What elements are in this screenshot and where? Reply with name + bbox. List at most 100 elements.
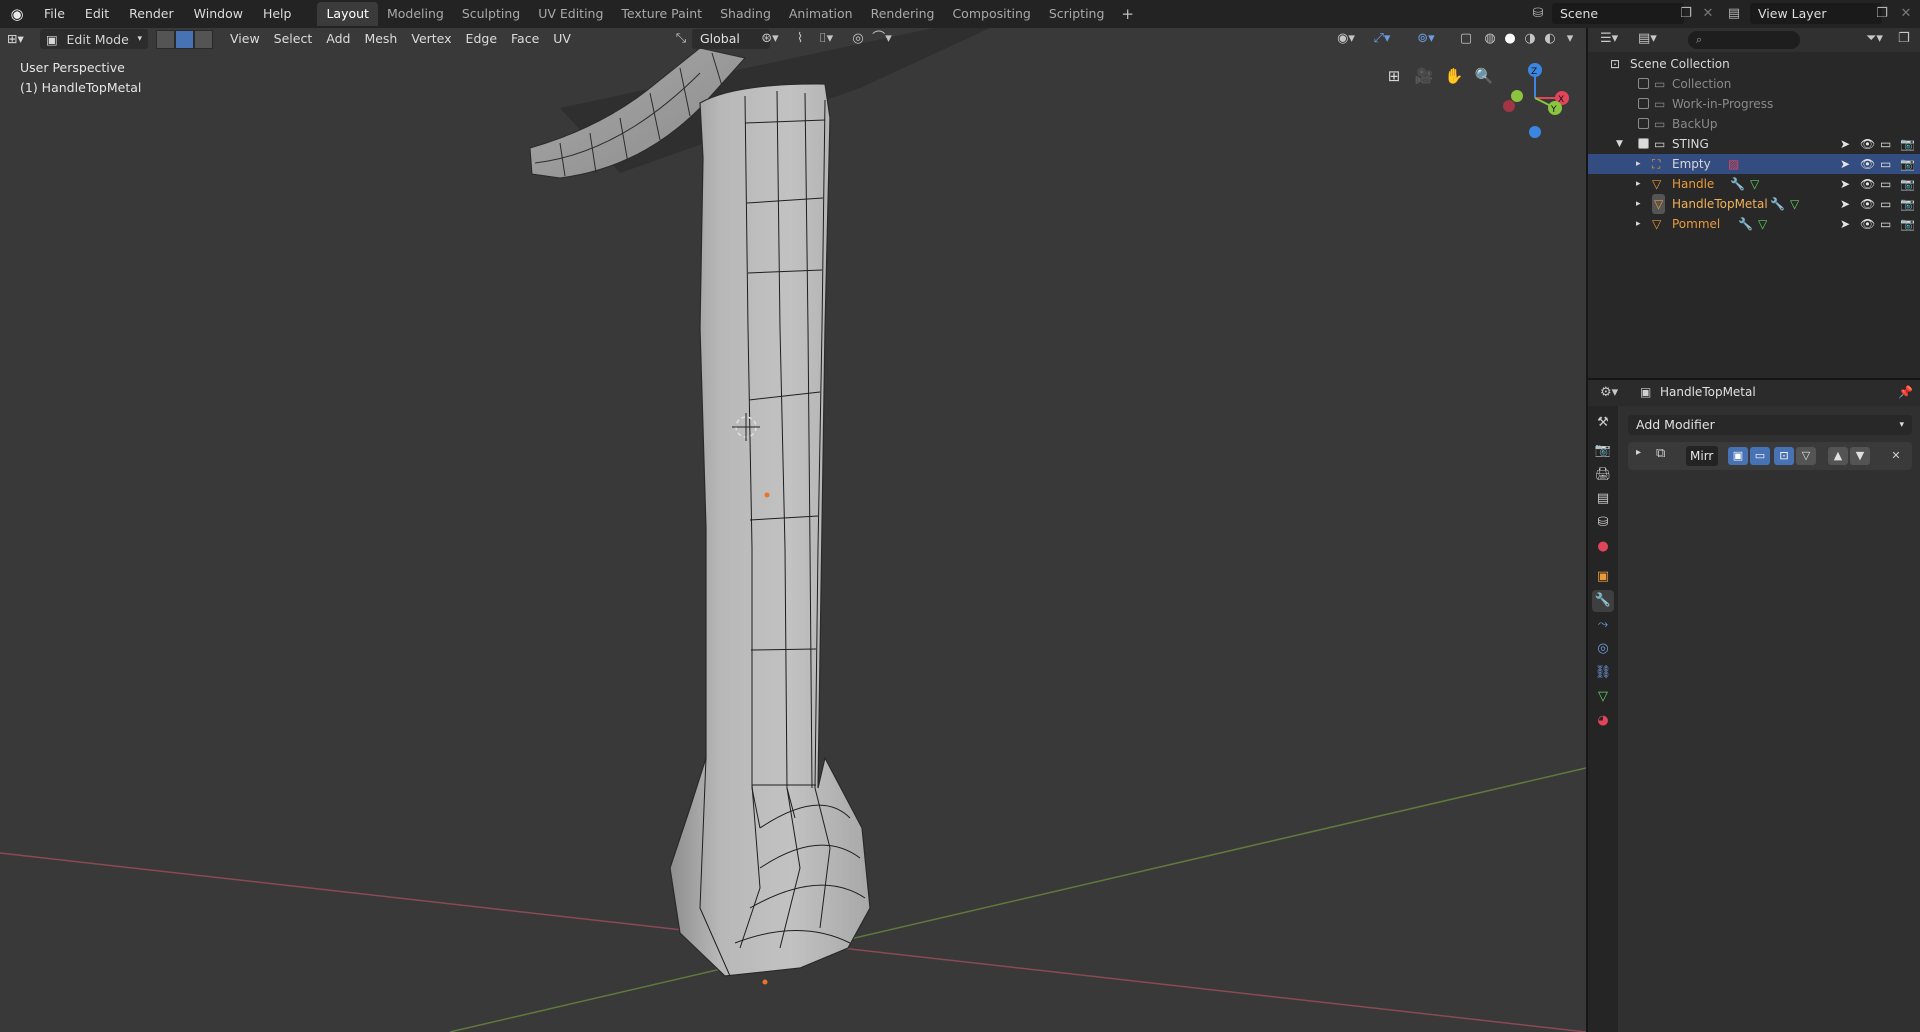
gizmo-neg-z-axis[interactable] [1529,126,1541,138]
eye-icon[interactable]: 👁 [1860,194,1875,214]
render-camera-icon[interactable]: 📷 [1900,194,1915,214]
navigation-gizmo[interactable]: Z X Y [1503,63,1569,138]
outliner-row-collection[interactable]: ▭ Collection [1588,74,1920,94]
tab-layout[interactable]: Layout [317,2,378,26]
menu-vertex[interactable]: Vertex [404,29,458,49]
falloff-icon[interactable]: ⌒▾ [868,30,896,48]
view-layer-selector-icon[interactable]: ▤ [1724,4,1744,24]
xray-toggle-icon[interactable]: ▢ [1456,30,1476,48]
menu-help[interactable]: Help [253,0,302,28]
tool-tab-icon[interactable]: ⚒ [1592,412,1614,434]
output-tab-icon[interactable]: 🖨 [1592,464,1614,486]
viewport-disable-icon[interactable]: ▭ [1880,214,1891,234]
menu-render[interactable]: Render [119,0,184,28]
view-layer-field[interactable]: View Layer [1750,3,1882,24]
toggle-camera-view-icon[interactable]: ⊞ [1382,64,1406,88]
move-down-icon[interactable]: ▼ [1850,447,1870,465]
viewport-disable-icon[interactable]: ▭ [1880,194,1891,214]
on-cage-toggle-icon[interactable]: ▽ [1796,447,1816,465]
blender-logo-icon[interactable]: ◉ [0,0,34,28]
3d-viewport[interactable]: Z X Y ⊞▾ ▣ Edit Mode ▾ View Select Add M… [0,28,1586,1032]
snap-icon[interactable]: ⌇ [790,30,810,48]
material-tab-icon[interactable]: ◕ [1592,710,1614,732]
filter-icon[interactable]: ⏷▾ [1866,31,1883,46]
menu-mesh[interactable]: Mesh [357,29,404,49]
collapse-arrow-icon[interactable]: ▸ [1636,447,1641,458]
expand-arrow-icon[interactable]: ▸ [1636,214,1641,234]
outliner-editor-icon[interactable]: ☰▾ [1600,31,1618,46]
expand-arrow-icon[interactable]: ▸ [1636,174,1641,194]
eye-icon[interactable]: 👁 [1860,214,1875,234]
new-scene-icon[interactable]: ❐ [1676,4,1696,24]
physics-tab-icon[interactable]: ◎ [1592,638,1614,660]
outliner-row-empty[interactable]: ▸ ⛶ Empty ▨ ➤ 👁 ▭ 📷 [1588,154,1920,174]
scene-selector-icon[interactable]: ⛁ [1528,4,1548,24]
eye-icon[interactable]: 👁 [1860,134,1875,154]
menu-file[interactable]: File [34,0,75,28]
add-modifier-dropdown[interactable]: Add Modifier ▾ [1628,415,1912,435]
tab-shading[interactable]: Shading [711,2,780,26]
eye-icon[interactable]: 👁 [1860,154,1875,174]
selectable-arrow-icon[interactable]: ➤ [1840,154,1850,174]
visibility-icon[interactable]: ◉▾ [1332,30,1360,48]
solid-shading-icon[interactable]: ● [1500,30,1520,48]
render-camera-icon[interactable]: 📷 [1900,174,1915,194]
scene-tab-icon[interactable]: ⛁ [1592,512,1614,534]
new-collection-icon[interactable]: ❐ [1898,31,1910,46]
outliner-row-pommel[interactable]: ▸ ▽ Pommel 🔧 ▽ ➤ 👁 ▭ 📷 [1588,214,1920,234]
selectable-arrow-icon[interactable]: ➤ [1840,194,1850,214]
constraints-tab-icon[interactable]: ⛓ [1592,662,1614,684]
render-camera-icon[interactable]: 📷 [1900,154,1915,174]
wireframe-shading-icon[interactable]: ◍ [1480,30,1500,48]
face-select-button[interactable] [194,29,213,49]
object-tab-icon[interactable]: ▣ [1592,566,1614,588]
close-icon[interactable]: ✕ [1886,447,1906,465]
menu-uv[interactable]: UV [546,29,578,49]
outliner-row-handle[interactable]: ▸ ▽ Handle 🔧 ▽ ➤ 👁 ▭ 📷 [1588,174,1920,194]
selectable-arrow-icon[interactable]: ➤ [1840,214,1850,234]
edge-select-button[interactable] [175,29,194,49]
eye-icon[interactable]: 👁 [1860,174,1875,194]
edit-mode-toggle-icon[interactable]: ▣ [1728,447,1748,465]
tab-sculpting[interactable]: Sculpting [453,2,529,26]
tab-compositing[interactable]: Compositing [943,2,1039,26]
tab-uv-editing[interactable]: UV Editing [529,2,612,26]
gizmo-toggle-icon[interactable]: ⤢▾ [1368,30,1396,48]
delete-scene-icon[interactable]: ✕ [1698,4,1718,24]
outliner-row-sting[interactable]: ▼ ▭ STING ➤ 👁 ▭ 📷 [1588,134,1920,154]
shading-options-icon[interactable]: ▾ [1560,30,1580,48]
new-view-layer-icon[interactable]: ❐ [1872,4,1892,24]
render-tab-icon[interactable]: 📷 [1592,440,1614,462]
mesh-data-tab-icon[interactable]: ▽ [1592,686,1614,708]
outliner-row-work-in-progress[interactable]: ▭ Work-in-Progress [1588,94,1920,114]
menu-select[interactable]: Select [267,29,320,49]
camera-view-icon[interactable]: 🎥 [1412,64,1436,88]
exclude-checkbox[interactable] [1638,138,1649,149]
snap-target-icon[interactable]: ⌷▾ [812,30,840,48]
realtime-toggle-icon[interactable]: ▭ [1750,447,1770,465]
exclude-checkbox[interactable] [1638,118,1649,129]
selectable-arrow-icon[interactable]: ➤ [1840,134,1850,154]
viewport-disable-icon[interactable]: ▭ [1880,174,1891,194]
outliner-row-backup[interactable]: ▭ BackUp [1588,114,1920,134]
exclude-checkbox[interactable] [1638,78,1649,89]
gizmo-neg-x-axis[interactable] [1503,100,1515,112]
scene-field[interactable]: Scene [1552,3,1684,24]
delete-view-layer-icon[interactable]: ✕ [1896,4,1916,24]
tab-modeling[interactable]: Modeling [378,2,453,26]
menu-face[interactable]: Face [504,29,546,49]
expand-arrow-icon[interactable]: ▸ [1636,154,1641,174]
tab-animation[interactable]: Animation [780,2,862,26]
mode-dropdown[interactable]: ▣ Edit Mode ▾ [40,29,148,49]
outliner-row-handletopmetal[interactable]: ▸ ▽ HandleTopMetal 🔧 ▽ ➤ 👁 ▭ 📷 [1588,194,1920,214]
outliner-row-scene-collection[interactable]: ⊡ Scene Collection [1588,54,1920,74]
particles-tab-icon[interactable]: ⤳ [1592,614,1614,636]
properties-editor-icon[interactable]: ⚙▾ [1600,385,1618,400]
menu-add[interactable]: Add [319,29,357,49]
tab-rendering[interactable]: Rendering [862,2,944,26]
menu-edge[interactable]: Edge [459,29,504,49]
tab-scripting[interactable]: Scripting [1040,2,1114,26]
viewport-disable-icon[interactable]: ▭ [1880,154,1891,174]
overlays-toggle-icon[interactable]: ⊚▾ [1412,30,1440,48]
vertex-select-button[interactable] [156,29,175,49]
